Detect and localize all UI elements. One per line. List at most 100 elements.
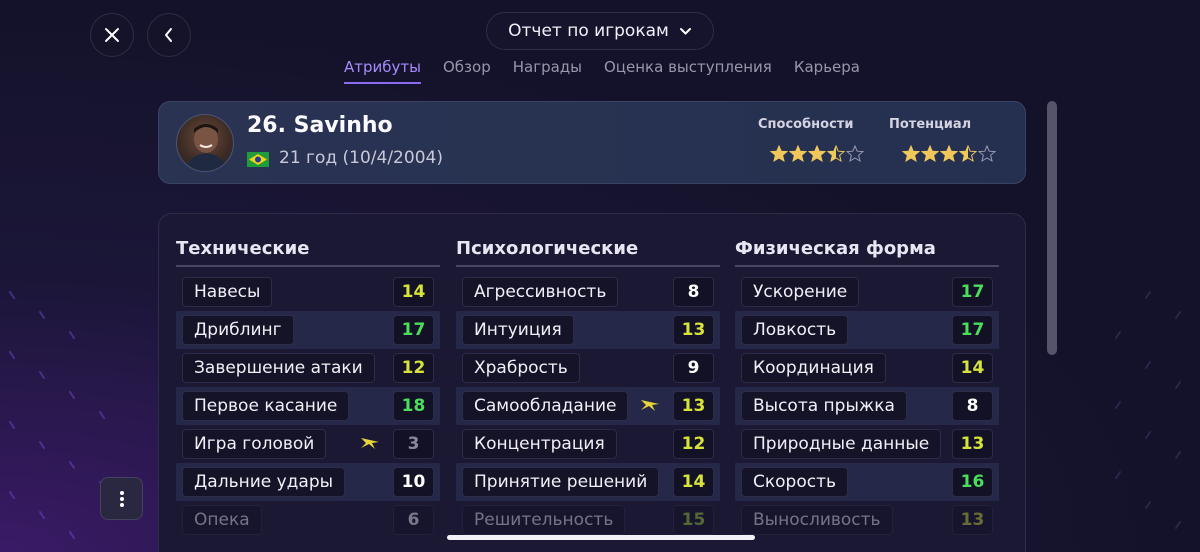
tab-attributes[interactable]: Атрибуты [344,58,421,84]
back-button[interactable] [147,13,191,57]
attribute-name: Природные данные [741,429,942,459]
attributes-panel: Технические Навесы 14 Дриблинг 17 Завершение… [158,213,1026,552]
attribute-name: Опека [182,505,262,535]
attribute-name: Храбрость [462,353,580,383]
attribute-row[interactable]: Природные данные 13 [735,425,999,463]
more-options-button[interactable] [100,477,143,520]
column-title: Физическая форма [735,238,999,267]
chevron-down-icon [679,27,691,34]
avatar [176,114,234,172]
attribute-row[interactable]: Дальние удары 10 [176,463,440,501]
attribute-name: Игра головой [182,429,327,459]
attribute-value: 8 [952,391,993,421]
attribute-row[interactable]: Дриблинг 17 [176,311,440,349]
attribute-value: 6 [393,505,434,535]
star-filled-icon [921,145,939,163]
attribute-value: 13 [952,505,993,535]
attribute-name: Координация [741,353,886,383]
attribute-value: 17 [952,315,993,345]
tab-bar: Атрибуты Обзор Награды Оценка выступлени… [344,58,860,84]
attribute-name: Навесы [182,277,273,307]
attribute-value: 14 [673,467,714,497]
column-title: Психологические [456,238,720,267]
potential-stars [902,145,996,163]
star-filled-icon [940,145,958,163]
tab-performance[interactable]: Оценка выступления [604,58,772,84]
attribute-value: 13 [673,315,714,345]
attribute-name: Интуиция [462,315,574,345]
attribute-value: 15 [673,505,714,535]
attribute-name: Дальние удары [182,467,346,497]
attribute-value: 13 [952,429,993,459]
attribute-value: 12 [673,429,714,459]
attribute-row[interactable]: Завершение атаки 12 [176,349,440,387]
attribute-value: 16 [952,467,993,497]
report-type-dropdown[interactable]: Отчет по игрокам [486,12,714,50]
attribute-value: 14 [393,277,434,307]
attribute-value: 10 [393,467,434,497]
player-card: 26. Savinho 21 год (10/4/2004) Способнос… [158,101,1026,184]
attribute-row[interactable]: Игра головой 3 [176,425,440,463]
player-name: 26. Savinho [247,113,393,138]
brazil-flag-icon [247,152,269,167]
attribute-name: Скорость [741,467,848,497]
attribute-row[interactable]: Первое касание 18 [176,387,440,425]
attribute-row[interactable]: Координация 14 [735,349,999,387]
attribute-name: Ловкость [741,315,849,345]
attribute-row[interactable]: Высота прыжка 8 [735,387,999,425]
star-half-icon [959,145,977,163]
attribute-row[interactable]: Интуиция 13 [456,311,720,349]
close-button[interactable] [90,13,134,57]
background-pattern-right [1115,291,1181,529]
tab-career[interactable]: Карьера [794,58,860,84]
attribute-value: 17 [393,315,434,345]
arrow-boost-icon [361,438,379,449]
attribute-row[interactable]: Опека 6 [176,501,440,539]
attribute-row[interactable]: Навесы 14 [176,273,440,311]
chevron-left-icon [165,28,172,42]
attribute-row[interactable]: Самообладание 13 [456,387,720,425]
attribute-name: Агрессивность [462,277,619,307]
attribute-row[interactable]: Выносливость 13 [735,501,999,539]
attribute-row[interactable]: Храбрость 9 [456,349,720,387]
tab-awards[interactable]: Награды [513,58,582,84]
column-title: Технические [176,238,440,267]
ability-stars [770,145,864,163]
attribute-value: 17 [952,277,993,307]
home-indicator[interactable] [447,535,755,540]
attribute-row[interactable]: Принятие решений 14 [456,463,720,501]
attribute-row[interactable]: Скорость 16 [735,463,999,501]
attribute-value: 14 [952,353,993,383]
attribute-value: 18 [393,391,434,421]
attribute-name: Ускорение [741,277,860,307]
attribute-row[interactable]: Ускорение 17 [735,273,999,311]
attribute-name: Принятие решений [462,467,660,497]
attribute-value: 8 [673,277,714,307]
attribute-name: Первое касание [182,391,350,421]
column-physical: Физическая форма Ускорение 17 Ловкость 17 Ко… [735,238,999,539]
star-filled-icon [808,145,826,163]
attribute-value: 9 [673,353,714,383]
attribute-row[interactable]: Решительность 15 [456,501,720,539]
column-technical: Технические Навесы 14 Дриблинг 17 Завершение… [176,238,440,539]
star-filled-icon [770,145,788,163]
attribute-row[interactable]: Концентрация 12 [456,425,720,463]
page-title: Отчет по игрокам [508,21,669,41]
tab-overview[interactable]: Обзор [443,58,491,84]
player-age: 21 год (10/4/2004) [279,148,443,168]
attribute-name: Выносливость [741,505,893,535]
star-empty-icon [978,145,996,163]
scrollbar[interactable] [1047,101,1057,355]
attribute-value: 12 [393,353,434,383]
more-vertical-icon [119,490,124,507]
potential-label: Потенциал [889,117,972,132]
attribute-row[interactable]: Ловкость 17 [735,311,999,349]
attribute-name: Завершение атаки [182,353,375,383]
star-filled-icon [789,145,807,163]
attribute-name: Концентрация [462,429,617,459]
column-mental: Психологические Агрессивность 8 Интуиция 13… [456,238,720,539]
arrow-boost-icon [641,400,659,411]
close-icon [105,28,119,42]
attribute-name: Решительность [462,505,626,535]
attribute-row[interactable]: Агрессивность 8 [456,273,720,311]
